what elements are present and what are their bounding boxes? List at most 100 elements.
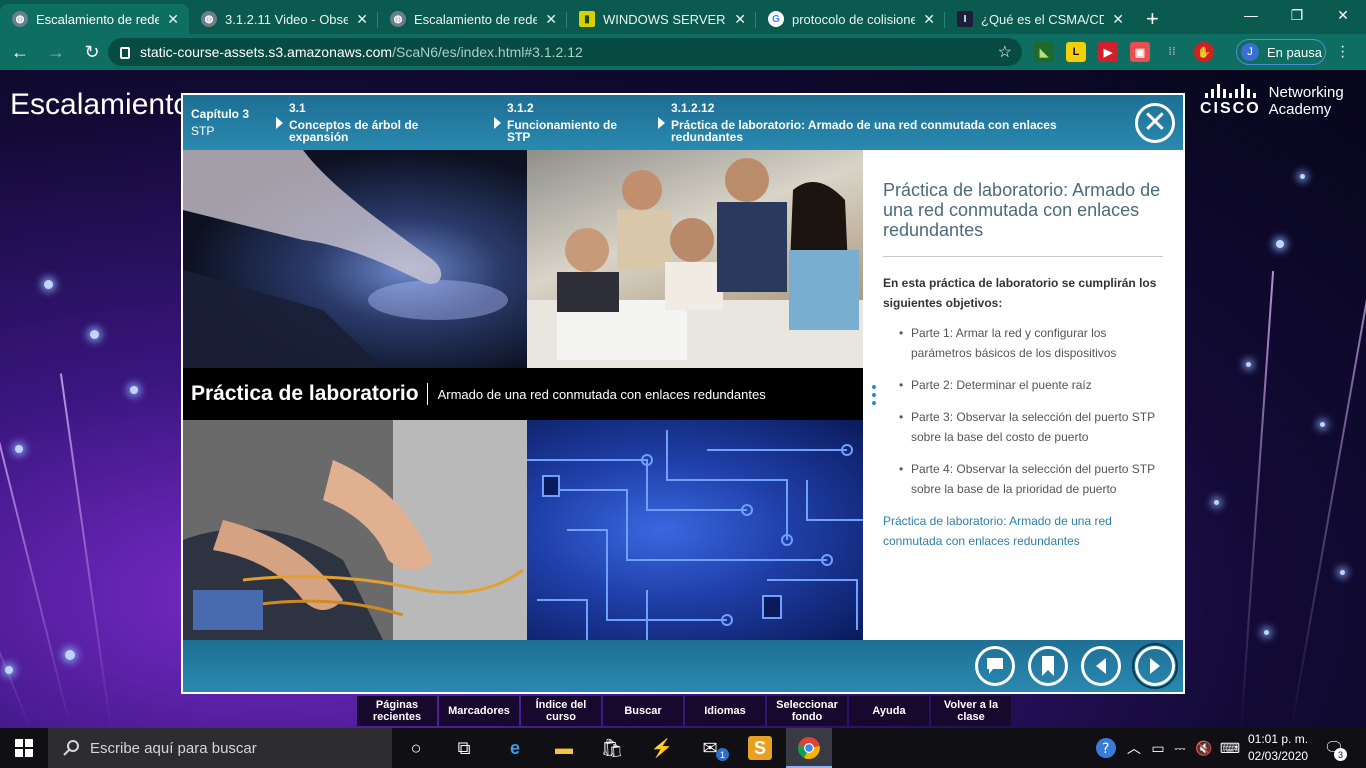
close-tab-icon[interactable]: ✕ [1112,11,1124,28]
browser-tab[interactable]: ◍ Escalamiento de redes ✕ [378,4,567,34]
sublime-text-icon[interactable]: S [748,736,772,760]
file-explorer-icon[interactable]: ▬ [552,736,576,760]
notification-count: 3 [1334,748,1347,761]
address-bar[interactable]: static-course-assets.s3.amazonaws.com/Sc… [108,38,1022,66]
menu-help[interactable]: Ayuda [849,696,929,726]
browser-tab[interactable]: ◍ Escalamiento de redes ✕ [0,4,189,34]
help-icon[interactable]: ? [1094,736,1118,760]
students-silhouette [527,158,863,368]
new-tab-button[interactable]: + [1134,4,1171,34]
menu-kebab-icon[interactable]: · · · [1340,39,1345,65]
circuit-pattern [527,430,863,640]
lab-description-panel: Práctica de laboratorio: Armado de una r… [883,150,1183,640]
chevron-right-icon [494,117,501,129]
menu-languages[interactable]: Idiomas [685,696,765,726]
menu-recent-pages[interactable]: Páginas recientes [357,696,437,726]
battery-icon[interactable]: ▭ [1146,736,1170,760]
globe-icon: ◍ [390,11,406,27]
lab-title-bar: Práctica de laboratorio Armado de una re… [183,368,863,420]
course-bottom-menu: Páginas recientes Marcadores Índice del … [357,696,1013,726]
browser-tab[interactable]: G protocolo de colisiones ✕ [756,4,945,34]
menu-search[interactable]: Buscar [603,696,683,726]
avatar: J [1241,43,1259,61]
breadcrumb-text: Funcionamiento de STP [507,118,618,144]
fiber-light [1214,500,1219,505]
previous-page-button[interactable] [1081,646,1121,686]
cisco-networking-academy-logo: CISCO Networking Academy [1200,84,1344,118]
close-button[interactable]: ✕ [1135,103,1175,143]
volume-muted-icon[interactable]: 🔇 [1192,736,1216,760]
close-tab-icon[interactable]: ✕ [734,11,746,28]
restore-icon[interactable]: ❐ [1274,0,1320,30]
start-button[interactable] [0,728,48,768]
store-icon[interactable]: 🛍 [600,736,624,760]
back-icon[interactable]: ← [4,36,36,68]
grid-extension-icon[interactable]: ⁞⁞ [1162,42,1182,62]
breadcrumb-number: 3.1.2.12 [671,101,715,115]
previous-icon [1096,658,1106,674]
cisco-wordmark: CISCO [1200,100,1261,117]
menu-back-to-class[interactable]: Volver a la clase [931,696,1011,726]
hardware-repair-image [183,420,527,640]
next-page-button[interactable] [1132,643,1178,689]
close-tab-icon[interactable]: ✕ [356,11,368,28]
lab-image-collage: Práctica de laboratorio Armado de una re… [183,150,863,640]
breadcrumb-current[interactable]: 3.1.2.12 Práctica de laboratorio: Armado… [671,102,1071,143]
panel-resize-handle[interactable] [872,385,876,405]
browser-tab[interactable]: ◍ 3.1.2.11 Video - Observ ✕ [189,4,378,34]
hand-extension-icon[interactable]: ✋ [1194,42,1214,62]
profile-status: En pausa [1267,44,1322,60]
search-icon [63,740,79,756]
menu-course-index[interactable]: Índice del curso [521,696,601,726]
close-tab-icon[interactable]: ✕ [545,11,557,28]
rss-extension-icon[interactable]: ◣ [1034,42,1054,62]
letter-l-extension-icon[interactable]: L [1066,42,1086,62]
reload-icon[interactable]: ↻ [76,36,108,68]
breadcrumb-number: 3.1 [289,101,306,115]
breadcrumb-text: Conceptos de árbol de expansión [289,118,419,144]
print-extension-icon[interactable]: ▣ [1130,42,1150,62]
close-window-icon[interactable]: ✕ [1320,0,1366,30]
browser-tab-strip: ◍ Escalamiento de redes ✕ ◍ 3.1.2.11 Vid… [0,0,1366,34]
circuit-board-image [527,420,863,640]
breadcrumb-chapter[interactable]: Capítulo 3 STP [191,108,249,137]
video-extension-icon[interactable]: ▶ [1098,42,1118,62]
objectives-intro: En esta práctica de laboratorio se cumpl… [883,276,1157,310]
breadcrumb-section[interactable]: 3.1 Conceptos de árbol de expansión [289,102,459,143]
netbeans-icon[interactable]: ⚡ [650,736,674,760]
close-tab-icon[interactable]: ✕ [923,11,935,28]
course-background-title: Escalamiento [10,88,191,121]
browser-tab[interactable]: I ¿Qué es el CSMA/CD? E ✕ [945,4,1134,34]
lab-document-link[interactable]: Práctica de laboratorio: Armado de una r… [883,511,1165,551]
fiber-strand [1290,217,1366,728]
minimize-icon[interactable]: — [1228,0,1274,30]
forward-icon[interactable]: → [40,36,72,68]
close-tab-icon[interactable]: ✕ [167,11,179,28]
globe-icon: ◍ [201,11,217,27]
network-icon[interactable]: ⎓ [1168,736,1192,760]
taskbar-clock[interactable]: 01:01 p. m. 02/03/2020 [1248,731,1308,765]
cortana-icon[interactable]: ○ [404,736,428,760]
tab-title: WINDOWS SERVER 201 [603,11,726,27]
keyboard-layout-icon[interactable]: ⌨ [1218,736,1242,760]
task-view-icon[interactable]: ⧉ [452,736,476,760]
menu-bookmarks[interactable]: Marcadores [439,696,519,726]
title-divider [883,256,1163,257]
lab-label-divider [426,383,428,405]
taskbar-search-box[interactable]: Escribe aquí para buscar [48,728,392,768]
profile-button[interactable]: J En pausa [1236,39,1326,65]
menu-select-background[interactable]: Seleccionar fondo [767,696,847,726]
edge-icon[interactable]: e [503,736,527,760]
browser-tab[interactable]: ▮ WINDOWS SERVER 201 ✕ [567,4,756,34]
fiber-strand [1240,271,1275,728]
chevron-right-icon [658,117,665,129]
breadcrumb-subsection[interactable]: 3.1.2 Funcionamiento de STP [507,102,627,143]
chevron-up-icon[interactable]: ︿ [1122,736,1146,760]
chrome-icon[interactable] [797,736,821,760]
mail-badge: 1 [716,748,729,761]
bookmark-star-icon[interactable]: ☆ [998,42,1012,62]
window-controls: — ❐ ✕ [1228,0,1366,30]
bookmark-button[interactable] [1028,646,1068,686]
chat-button[interactable] [975,646,1015,686]
course-footer-bar [183,640,1183,692]
